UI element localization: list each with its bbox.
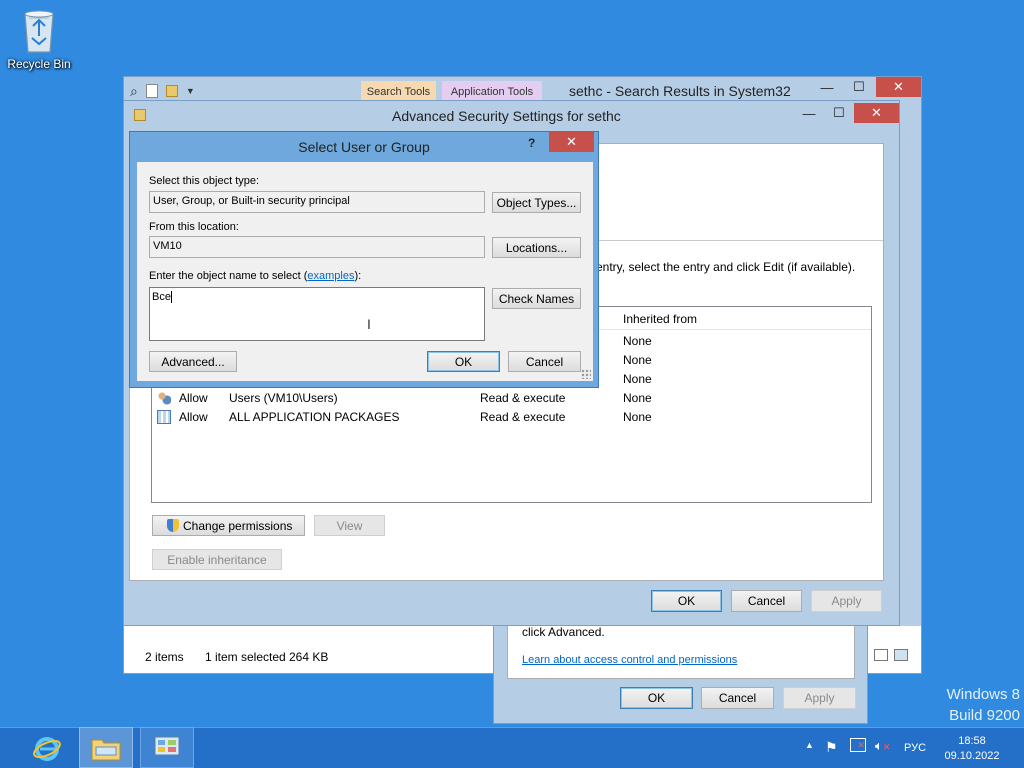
cell-inherited: None: [623, 353, 652, 367]
table-row[interactable]: Allow ALL APPLICATION PACKAGES Read & ex…: [152, 408, 871, 427]
select-user-body: Select this object type: User, Group, or…: [137, 162, 593, 381]
folder-icon: [134, 109, 146, 121]
properties-apply-button[interactable]: Apply: [783, 687, 856, 709]
cell-inherited: None: [623, 372, 652, 386]
view-button[interactable]: View: [314, 515, 385, 536]
properties-icon[interactable]: [145, 84, 158, 98]
cell-principal: Users (VM10\Users): [229, 391, 338, 405]
change-permissions-button[interactable]: Change permissions: [152, 515, 305, 536]
status-items: 2 items: [145, 650, 184, 664]
recycle-bin[interactable]: Recycle Bin: [6, 6, 72, 76]
location-label: From this location:: [149, 221, 239, 233]
object-type-field: User, Group, or Built-in security princi…: [149, 191, 485, 213]
internet-explorer-button[interactable]: [20, 727, 74, 768]
close-button[interactable]: ✕: [854, 103, 899, 123]
chevron-down-icon[interactable]: ▼: [186, 86, 195, 96]
explorer-toolbar: ⌕ ▼: [130, 81, 240, 101]
select-user-dialog: Select User or Group ? ✕ Select this obj…: [129, 131, 599, 388]
packages-icon: [157, 410, 171, 424]
cancel-button[interactable]: Cancel: [508, 351, 581, 372]
ibeam-cursor-icon: I: [367, 316, 371, 332]
location-field: VM10: [149, 236, 485, 258]
close-button[interactable]: ✕: [876, 77, 921, 97]
object-name-value: Все: [152, 291, 171, 303]
advanced-hint: click Advanced.: [522, 625, 605, 639]
volume-muted-icon[interactable]: 🔈︎✕: [875, 738, 890, 754]
advanced-ok-button[interactable]: OK: [651, 590, 722, 612]
cell-principal: ALL APPLICATION PACKAGES: [229, 410, 400, 424]
file-explorer-button[interactable]: [79, 727, 133, 768]
control-panel-button[interactable]: [140, 727, 194, 768]
large-icons-view-icon[interactable]: [894, 649, 908, 661]
status-selected: 1 item selected: [205, 650, 286, 664]
clock-date: 09.10.2022: [944, 750, 1000, 762]
recycle-bin-icon: [24, 10, 54, 53]
cell-type: Allow: [179, 410, 208, 424]
users-icon: [157, 391, 171, 405]
column-inherited-from[interactable]: Inherited from: [623, 312, 697, 326]
instruction-text: entry, select the entry and click Edit (…: [596, 260, 856, 274]
advanced-button[interactable]: Advanced...: [149, 351, 237, 372]
close-button[interactable]: ✕: [549, 132, 594, 152]
learn-more-link[interactable]: Learn about access control and permissio…: [522, 654, 737, 666]
object-types-button[interactable]: Object Types...: [492, 192, 581, 213]
cell-inherited: None: [623, 334, 652, 348]
help-button[interactable]: ?: [528, 136, 535, 150]
locations-button[interactable]: Locations...: [492, 237, 581, 258]
object-type-label: Select this object type:: [149, 175, 260, 187]
watermark-line2: Build 9200: [949, 707, 1020, 724]
object-name-label-text: Enter the object name to select (: [149, 270, 308, 282]
properties-ok-button[interactable]: OK: [620, 687, 693, 709]
system-tray: ▲ ⚑ ✕ 🔈︎✕ РУС 18:58 09.10.2022: [800, 728, 1024, 768]
internet-explorer-icon: [33, 736, 61, 761]
change-permissions-label: Change permissions: [183, 518, 293, 533]
text-cursor: [170, 291, 172, 304]
examples-link[interactable]: examples: [307, 270, 354, 282]
network-error-icon[interactable]: ✕: [850, 738, 866, 752]
cell-access: Read & execute: [480, 391, 566, 405]
cell-access: Read & execute: [480, 410, 566, 424]
explorer-title: sethc - Search Results in System32: [569, 83, 791, 99]
cell-inherited: None: [623, 410, 652, 424]
control-panel-icon: [154, 736, 180, 755]
clock-time: 18:58: [958, 735, 986, 747]
maximize-button[interactable]: ☐: [824, 103, 854, 123]
resize-grip-icon[interactable]: [581, 369, 591, 379]
object-name-input[interactable]: Все: [149, 287, 485, 341]
details-view-icon[interactable]: [874, 649, 888, 661]
search-icon[interactable]: ⌕: [130, 83, 138, 100]
os-watermark: Windows 8 Build 9200: [900, 684, 1020, 726]
cell-type: Allow: [179, 391, 208, 405]
object-name-label-suffix: ):: [354, 270, 362, 282]
advanced-apply-button[interactable]: Apply: [811, 590, 882, 612]
action-center-flag-icon[interactable]: ⚑: [825, 739, 838, 756]
advanced-cancel-button[interactable]: Cancel: [731, 590, 802, 612]
show-hidden-icons-icon[interactable]: ▲: [805, 740, 814, 750]
file-explorer-icon: [91, 739, 121, 760]
recycle-bin-label: Recycle Bin: [7, 57, 71, 71]
ok-button[interactable]: OK: [427, 351, 500, 372]
input-language[interactable]: РУС: [904, 742, 926, 754]
check-names-button[interactable]: Check Names: [492, 288, 581, 309]
table-row[interactable]: Allow Users (VM10\Users) Read & execute …: [152, 389, 871, 408]
shield-icon: [167, 519, 179, 532]
enable-inheritance-button[interactable]: Enable inheritance: [152, 549, 282, 570]
clock[interactable]: 18:58 09.10.2022: [940, 734, 1004, 764]
object-name-label: Enter the object name to select (example…: [149, 270, 361, 282]
minimize-button[interactable]: —: [812, 77, 842, 97]
minimize-button[interactable]: —: [794, 103, 824, 123]
properties-cancel-button[interactable]: Cancel: [701, 687, 774, 709]
cell-inherited: None: [623, 391, 652, 405]
maximize-button[interactable]: ☐: [844, 77, 874, 97]
advanced-security-title: Advanced Security Settings for sethc: [392, 108, 621, 124]
status-size: 264 KB: [289, 650, 329, 664]
folder-icon[interactable]: [165, 85, 178, 97]
watermark-line1: Windows 8: [946, 686, 1020, 703]
